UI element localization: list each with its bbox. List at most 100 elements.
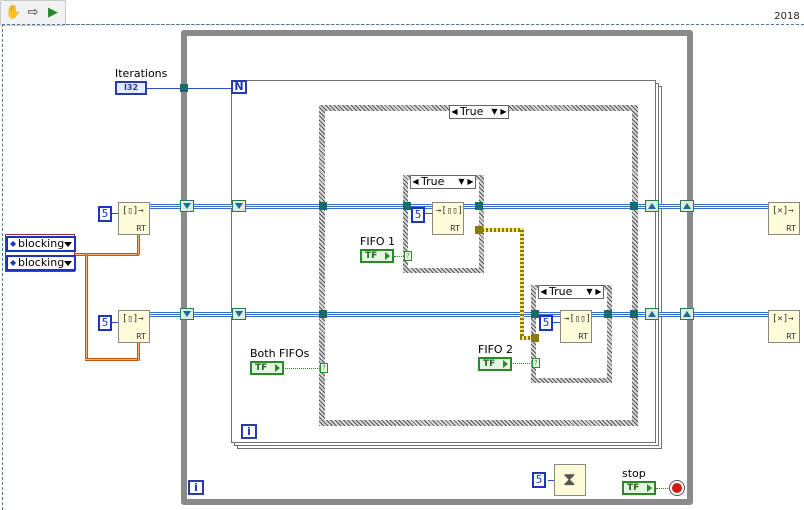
enum-wire[interactable] [85,358,139,361]
iterations-label: Iterations [115,67,168,80]
iterations-wire[interactable] [146,88,232,89]
case-tunnel [604,310,612,318]
enum-cluster: ◆ blocking ◆ blocking [5,234,76,272]
case-tunnel [319,310,327,318]
diagram-frame-top [66,24,804,25]
obtain-fifo-node-1[interactable]: [▯]→ RT [118,202,150,235]
wait-ms-constant[interactable]: 5 [532,472,546,488]
write-fifo-node-2[interactable]: →[▯▯] RT [560,310,592,343]
enum-wire[interactable] [85,253,88,361]
error-wire[interactable] [520,228,524,340]
while-loop-iteration-terminal: i [188,480,204,495]
case-tunnel [531,310,539,318]
dropdown-icon[interactable]: ▼ [457,176,466,188]
release-queue-icon: [✕]→ [772,314,794,324]
rt-label: RT [136,332,146,341]
terminal-arrow-icon [647,484,652,492]
decrement-icon[interactable]: ◀ [411,176,420,188]
rt-label: RT [786,224,796,233]
error-wire[interactable] [478,228,524,232]
metronome-icon: ⧗ [563,469,576,490]
run-icon[interactable]: ▶ [45,5,61,21]
write-fifo-node-1[interactable]: →[▯▯] RT [432,202,464,235]
obtain-queue-icon: [▯]→ [122,206,144,216]
shift-register-right-1[interactable] [645,200,659,212]
dropdown-icon[interactable]: ▼ [585,286,594,298]
decrement-icon[interactable]: ◀ [450,106,459,118]
error-tunnel [475,226,483,234]
dropdown-icon[interactable] [64,261,72,266]
enqueue-icon: →[▯▯] [564,314,592,324]
wait-ms-node[interactable]: ⧗ [554,464,586,496]
both-fifos-label: Both FIFOs [250,347,310,360]
decrement-icon[interactable]: ◀ [539,286,548,298]
stop-condition-terminal[interactable] [670,481,684,495]
shift-register-left-1b[interactable] [232,200,246,212]
depth-constant[interactable]: 5 [539,315,553,331]
depth-constant[interactable]: 5 [98,206,112,222]
rt-label: RT [578,332,588,341]
case-selector-terminal-1: ? [404,251,412,261]
case-selector-fifo2[interactable]: ◀ True ▼ ▶ [538,285,604,299]
timeout-mode-enum-1[interactable]: ◆ blocking [6,236,76,252]
case-selector-terminal-2: ? [532,358,540,368]
case-tunnel [630,202,638,210]
case-tunnel [319,202,327,210]
increment-icon[interactable]: ▶ [466,176,475,188]
shift-register-right-1b[interactable] [680,200,694,212]
rt-label: RT [450,224,460,233]
increment-icon[interactable]: ▶ [499,106,508,118]
bool-type-label: TF [627,483,640,493]
fifo2-bool-wire[interactable] [510,363,534,364]
release-queue-icon: [✕]→ [772,206,794,216]
hand-icon[interactable]: ✋ [5,5,21,21]
obtain-fifo-node-2[interactable]: [▯]→ RT [118,310,150,343]
obtain-queue-icon: [▯]→ [122,314,144,324]
bool-type-label: TF [255,363,268,373]
for-loop-iteration-terminal: i [241,424,257,439]
terminal-arrow-icon [503,360,508,368]
case-selector-outer[interactable]: ◀ True ▼ ▶ [449,105,509,119]
case-selector-label: True [460,105,484,118]
updown-icon: ◆ [10,239,17,248]
timeout-mode-enum-2[interactable]: ◆ blocking [6,255,76,271]
shift-register-left-2[interactable] [180,308,194,320]
fifo2-boolean-control[interactable]: TF [478,357,512,371]
enum-value: blocking [18,237,65,250]
case-tunnel [475,202,483,210]
shift-register-left-1[interactable] [180,200,194,212]
shift-register-right-2b[interactable] [680,308,694,320]
bool-type-label: TF [483,359,496,369]
increment-icon[interactable]: ▶ [594,286,603,298]
depth-constant[interactable]: 5 [98,315,112,331]
stop-boolean-control[interactable]: TF [622,481,656,495]
enum-value: blocking [18,256,65,269]
release-fifo-node-1[interactable]: [✕]→ RT [768,202,800,235]
toolbar: ✋ ⇨ ▶ [0,0,66,26]
shift-register-right-2[interactable] [645,308,659,320]
rt-label: RT [136,224,146,233]
release-fifo-node-2[interactable]: [✕]→ RT [768,310,800,343]
case-tunnel [630,310,638,318]
both-fifos-boolean-control[interactable]: TF [250,361,284,375]
fifo1-boolean-control[interactable]: TF [360,249,394,263]
terminal-arrow-icon [385,252,390,260]
fifo2-label: FIFO 2 [478,343,514,356]
dropdown-icon[interactable]: ▼ [490,106,499,118]
both-fifos-bool-wire[interactable] [282,368,322,369]
for-loop-count-terminal[interactable]: N [231,80,247,94]
iterations-control[interactable]: I32 [115,81,147,95]
rt-label: RT [786,332,796,341]
terminal-arrow-icon [275,364,280,372]
stop-bool-wire[interactable] [656,488,670,489]
updown-icon: ◆ [10,258,17,267]
bool-type-label: TF [365,251,378,261]
case-selector-fifo1[interactable]: ◀ True ▼ ▶ [410,175,476,189]
arrow-icon[interactable]: ⇨ [25,5,41,21]
shift-register-left-2b[interactable] [232,308,246,320]
case-selector-terminal-outer: ? [320,363,328,373]
case-selector-label: True [421,175,445,188]
dropdown-icon[interactable] [64,242,72,247]
depth-constant[interactable]: 5 [411,207,425,223]
iterations-tunnel [180,84,188,92]
